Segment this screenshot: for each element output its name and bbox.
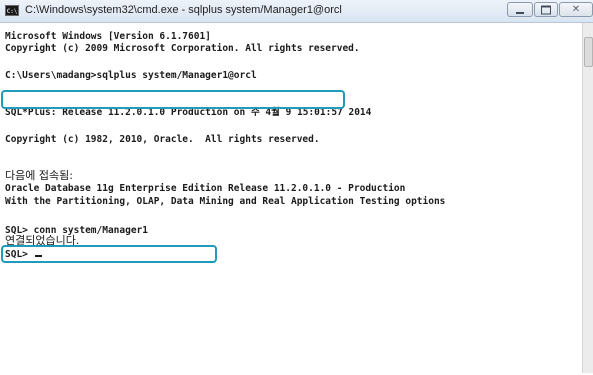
console-line: 연결되었습니다. [5,234,80,247]
maximize-icon [541,5,551,14]
close-button[interactable]: ✕ [559,2,593,17]
cmd-window: C:\ C:\Windows\system32\cmd.exe - sqlplu… [0,0,593,375]
text-cursor [34,255,42,257]
console-line: With the Partitioning, OLAP, Data Mining… [5,196,446,207]
console-app-icon[interactable]: C:\ [5,5,19,16]
minimize-button[interactable] [507,2,533,17]
window-title: C:\Windows\system32\cmd.exe - sqlplus sy… [25,4,342,16]
console-line: C:\Users\madang>sqlplus system/Manager1@… [5,70,257,81]
close-icon: ✕ [571,3,581,15]
sql-prompt: SQL> [5,249,34,260]
console-line: Copyright (c) 2009 Microsoft Corporation… [5,43,360,54]
console-line: 다음에 접속됨: [5,169,73,182]
console-output[interactable]: Microsoft Windows [Version 6.1.7601] Cop… [1,23,581,370]
title-bar[interactable]: C:\ C:\Windows\system32\cmd.exe - sqlplu… [0,0,593,23]
console-line: SQL*Plus: Release 11.2.0.1.0 Production … [5,107,372,118]
console-prompt-line[interactable]: SQL> [5,249,42,261]
console-line: Oracle Database 11g Enterprise Edition R… [5,183,406,194]
console-line: Copyright (c) 1982, 2010, Oracle. All ri… [5,134,320,145]
console-line: Microsoft Windows [Version 6.1.7601] [5,31,211,42]
minimize-icon [516,11,524,14]
scrollbar-thumb[interactable] [584,37,593,67]
maximize-button[interactable] [534,2,558,17]
vertical-scrollbar[interactable] [582,23,593,373]
